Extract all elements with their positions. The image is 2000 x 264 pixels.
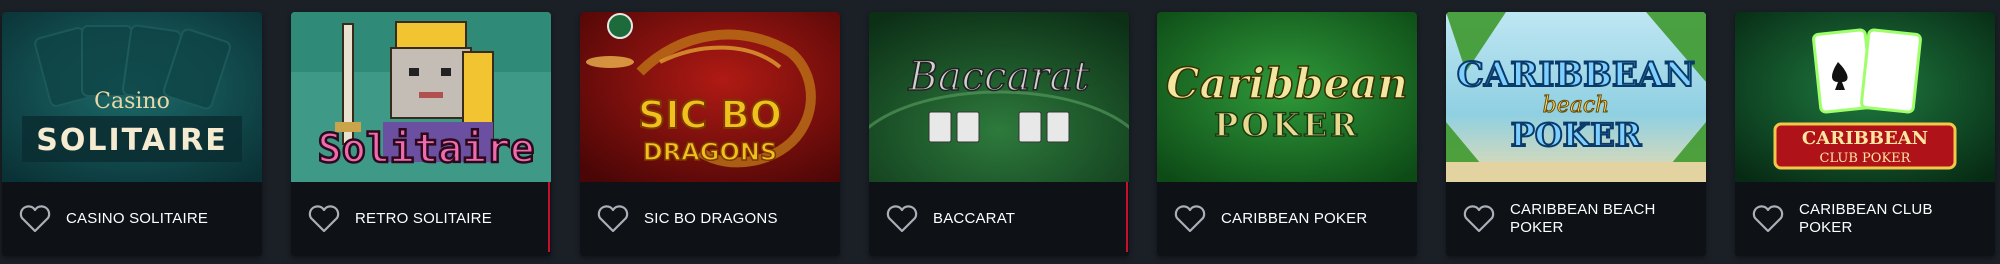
heart-outline-icon[interactable] bbox=[1462, 204, 1496, 234]
game-thumbnail[interactable]: Casino SOLITAIRE bbox=[2, 12, 262, 182]
game-card-casino-solitaire[interactable]: Casino SOLITAIRE CASINO SOLITAIRE bbox=[2, 12, 262, 256]
game-thumbnail[interactable]: CARIBBEAN CLUB POKER bbox=[1735, 12, 1995, 182]
game-title[interactable]: RETRO SOLITAIRE bbox=[355, 210, 535, 228]
logo-text-line1: CARIBBEAN bbox=[1457, 55, 1695, 95]
game-thumbnail[interactable]: CARIBBEAN beach POKER bbox=[1446, 12, 1706, 182]
card-accent-divider bbox=[1126, 182, 1128, 252]
logo-text-line2: POKER bbox=[1214, 106, 1360, 144]
card-accent-divider bbox=[548, 182, 550, 252]
game-title[interactable]: CARIBBEAN BEACH POKER bbox=[1510, 201, 1690, 237]
game-card-sic-bo-dragons[interactable]: SIC BO DRAGONS SIC BO DRAGONS bbox=[580, 12, 840, 256]
game-card-footer: CARIBBEAN BEACH POKER bbox=[1446, 182, 1706, 256]
heart-outline-icon[interactable] bbox=[1173, 204, 1207, 234]
game-card-footer: SIC BO DRAGONS bbox=[580, 182, 840, 256]
game-card-footer: BACCARAT bbox=[869, 182, 1129, 256]
game-title[interactable]: CASINO SOLITAIRE bbox=[66, 210, 246, 228]
game-title[interactable]: BACCARAT bbox=[933, 210, 1113, 228]
logo-text-line2: beach bbox=[1543, 93, 1610, 118]
game-title[interactable]: CARIBBEAN POKER bbox=[1221, 210, 1401, 228]
game-card-caribbean-beach-poker[interactable]: CARIBBEAN beach POKER CARIBBEAN BEACH PO… bbox=[1446, 12, 1706, 256]
logo-text-line1: Casino bbox=[94, 89, 170, 114]
game-card-footer: CASINO SOLITAIRE bbox=[2, 182, 262, 256]
game-card-footer: RETRO SOLITAIRE bbox=[291, 182, 551, 256]
logo-text-line1: Caribbean bbox=[1166, 59, 1408, 108]
heart-outline-icon[interactable] bbox=[596, 204, 630, 234]
logo-text-line3: POKER bbox=[1511, 116, 1642, 154]
game-title[interactable]: CARIBBEAN CLUB POKER bbox=[1799, 201, 1979, 237]
logo-text-line2: DRAGONS bbox=[643, 138, 777, 166]
game-card-caribbean-poker[interactable]: Caribbean POKER CARIBBEAN POKER bbox=[1157, 12, 1417, 256]
game-title[interactable]: SIC BO DRAGONS bbox=[644, 210, 824, 228]
game-card-footer: CARIBBEAN CLUB POKER bbox=[1735, 182, 1995, 256]
heart-outline-icon[interactable] bbox=[885, 204, 919, 234]
game-card-footer: CARIBBEAN POKER bbox=[1157, 182, 1417, 256]
logo-text-line1: CARIBBEAN bbox=[1802, 128, 1928, 149]
logo-text: Baccarat bbox=[908, 54, 1091, 100]
heart-outline-icon[interactable] bbox=[1751, 204, 1785, 234]
heart-outline-icon[interactable] bbox=[18, 204, 52, 234]
game-grid: Casino SOLITAIRE CASINO SOLITAIRE Solita… bbox=[0, 0, 2000, 264]
logo-text: Solitaire bbox=[318, 126, 535, 172]
game-thumbnail[interactable]: Baccarat bbox=[869, 12, 1129, 182]
heart-outline-icon[interactable] bbox=[307, 204, 341, 234]
game-thumbnail[interactable]: Solitaire bbox=[291, 12, 551, 182]
game-thumbnail[interactable]: Caribbean POKER bbox=[1157, 12, 1417, 182]
game-card-retro-solitaire[interactable]: Solitaire RETRO SOLITAIRE bbox=[291, 12, 551, 256]
game-thumbnail[interactable]: SIC BO DRAGONS bbox=[580, 12, 840, 182]
game-card-caribbean-club-poker[interactable]: CARIBBEAN CLUB POKER CARIBBEAN CLUB POKE… bbox=[1735, 12, 1995, 256]
game-card-baccarat[interactable]: Baccarat BACCARAT bbox=[869, 12, 1129, 256]
logo-text-line1: SIC BO bbox=[638, 93, 782, 137]
logo-text-line2: CLUB POKER bbox=[1820, 151, 1912, 166]
logo-text-line2: SOLITAIRE bbox=[36, 123, 228, 158]
